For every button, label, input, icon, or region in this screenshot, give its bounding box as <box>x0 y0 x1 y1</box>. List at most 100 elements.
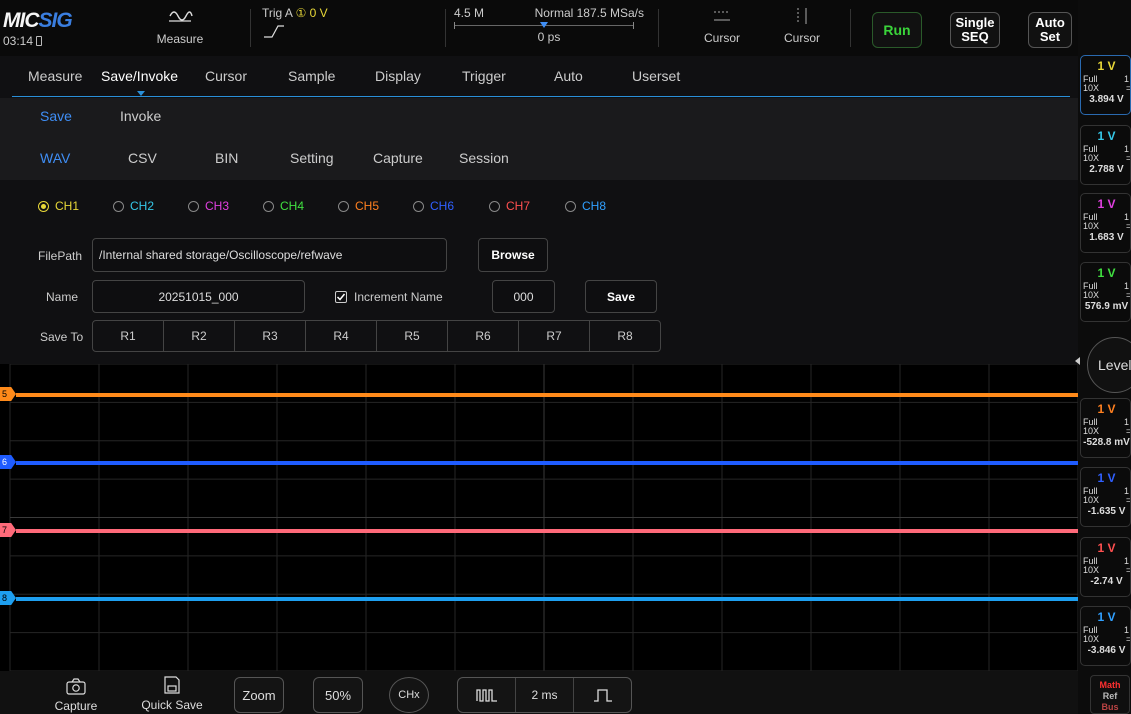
channel-radio-ch3[interactable]: CH3 <box>188 199 229 213</box>
tab-save[interactable]: Save <box>40 108 72 124</box>
format-session[interactable]: Session <box>459 150 509 166</box>
format-wav[interactable]: WAV <box>40 150 70 166</box>
chx-button[interactable]: CHx <box>389 677 429 713</box>
volts-per-div: 1 V <box>1097 129 1116 143</box>
rising-edge-icon <box>264 25 284 38</box>
quick-save-label: Quick Save <box>141 698 203 712</box>
logo-part-a: MIC <box>3 9 39 32</box>
timebase-control[interactable]: 2 ms <box>457 677 632 713</box>
browse-button[interactable]: Browse <box>478 238 548 272</box>
timebase-value: 2 ms <box>531 688 558 702</box>
channel-label: CH7 <box>506 199 531 213</box>
cursor-h-button[interactable]: Cursor <box>690 6 754 52</box>
menu-save-invoke[interactable]: Save/Invoke <box>101 68 178 84</box>
offset-value: -3.846 V <box>1087 645 1126 656</box>
ref-slot-r8[interactable]: R8 <box>589 320 661 352</box>
save-button[interactable]: Save <box>585 280 657 313</box>
ref-slot-r4[interactable]: R4 <box>305 320 377 352</box>
channel-4-settings-box[interactable]: 1 V Full 10X 1 = 576.9 mV <box>1080 262 1131 322</box>
menu-measure[interactable]: Measure <box>28 68 82 84</box>
ref-slot-r7[interactable]: R7 <box>518 320 590 352</box>
offset-value: 576.9 mV <box>1084 301 1129 312</box>
measure-button[interactable]: Measure <box>140 4 220 52</box>
menu-trigger[interactable]: Trigger <box>462 68 506 84</box>
tab-invoke[interactable]: Invoke <box>120 108 161 124</box>
channel-radio-ch8[interactable]: CH8 <box>565 199 606 213</box>
dc-coupling-icon: = <box>1126 290 1131 300</box>
channel-radio-ch4[interactable]: CH4 <box>263 199 304 213</box>
offset-value: -1.635 V <box>1087 506 1126 517</box>
measure-icon <box>169 11 193 22</box>
channel-5-settings-box[interactable]: 1 V Full 10X 1 = -528.8 mV <box>1080 398 1131 458</box>
single-seq-button[interactable]: Single SEQ <box>950 12 1000 48</box>
format-bin[interactable]: BIN <box>215 150 238 166</box>
offset-value: -2.74 V <box>1090 576 1123 587</box>
menu-display[interactable]: Display <box>375 68 421 84</box>
ref-slot-r6[interactable]: R6 <box>447 320 519 352</box>
increment-name-checkbox[interactable]: Increment Name <box>335 290 443 304</box>
ref-slot-r3[interactable]: R3 <box>234 320 306 352</box>
math-ref-bus-button[interactable]: Math Ref Bus <box>1090 675 1130 714</box>
ref-slot-r2[interactable]: R2 <box>163 320 235 352</box>
cursor-v-button[interactable]: Cursor <box>770 6 834 52</box>
format-setting[interactable]: Setting <box>290 150 334 166</box>
ref-slot-r1[interactable]: R1 <box>92 320 164 352</box>
save-to-label: Save To <box>40 330 84 344</box>
quick-save-button[interactable]: Quick Save <box>140 676 204 712</box>
channel-radio-ch6[interactable]: CH6 <box>413 199 454 213</box>
auto-set-button[interactable]: Auto Set <box>1028 12 1072 48</box>
auto-label: Auto <box>1035 15 1065 30</box>
channel-3-settings-box[interactable]: 1 V Full 10X 1 = 1.683 V <box>1080 193 1131 253</box>
ref-label: Ref <box>1102 691 1118 701</box>
channel-8-settings-box[interactable]: 1 V Full 10X 1 = -3.846 V <box>1080 606 1131 666</box>
channel-1-settings-box[interactable]: 1 V Full 10X 1 = 3.894 V <box>1080 55 1131 115</box>
channel-label: CH8 <box>582 199 607 213</box>
timebase-indicator[interactable]: 4.5 M Normal 187.5 MSa/s 0 ps <box>454 6 644 50</box>
channel-label: CH3 <box>205 199 230 213</box>
radio-selected <box>38 200 49 212</box>
volts-per-div: 1 V <box>1097 610 1116 624</box>
radio-unselected <box>565 200 576 212</box>
channel-6-settings-box[interactable]: 1 V Full 10X 1 = -1.635 V <box>1080 467 1131 527</box>
increment-value-input[interactable]: 000 <box>492 280 555 313</box>
trigger-level: ① 0 V <box>295 6 328 20</box>
channel-radio-ch2[interactable]: CH2 <box>113 199 154 213</box>
format-capture[interactable]: Capture <box>373 150 423 166</box>
channel-radio-ch5[interactable]: CH5 <box>338 199 379 213</box>
channel-radio-ch7[interactable]: CH7 <box>489 199 530 213</box>
name-input[interactable]: 20251015_000 <box>92 280 305 313</box>
checkbox-checked-icon <box>335 291 347 303</box>
offset-value: 2.788 V <box>1089 164 1124 175</box>
channel-label: CH1 <box>55 199 80 213</box>
zoom-button[interactable]: Zoom <box>234 677 284 713</box>
trigger-indicator[interactable]: Trig A ① 0 V <box>262 6 412 50</box>
probe-ratio: 10X <box>1083 153 1100 163</box>
volts-per-div: 1 V <box>1097 197 1116 211</box>
menu-cursor[interactable]: Cursor <box>205 68 247 84</box>
channel-7-settings-box[interactable]: 1 V Full 10X 1 = -2.74 V <box>1080 537 1131 597</box>
menu-auto[interactable]: Auto <box>554 68 583 84</box>
ref-slot-r5[interactable]: R5 <box>376 320 448 352</box>
waveform-ch8 <box>16 597 1078 601</box>
channel-2-settings-box[interactable]: 1 V Full 10X 1 = 2.788 V <box>1080 125 1131 185</box>
timebase-decrease-button[interactable] <box>458 678 516 712</box>
divider <box>850 9 851 47</box>
run-button[interactable]: Run <box>872 12 922 48</box>
capture-button[interactable]: Capture <box>50 678 102 713</box>
format-csv[interactable]: CSV <box>128 150 157 166</box>
volts-per-div: 1 V <box>1097 471 1116 485</box>
volts-per-div: 1 V <box>1097 541 1116 555</box>
menu-userset[interactable]: Userset <box>632 68 680 84</box>
waveform-display[interactable]: 5 6 7 8 <box>0 364 1078 671</box>
single-pulse-icon <box>593 689 612 702</box>
percent-button[interactable]: 50% <box>313 677 363 713</box>
menu-sample[interactable]: Sample <box>288 68 335 84</box>
increment-name-label: Increment Name <box>354 290 443 304</box>
channel-radio-ch1[interactable]: CH1 <box>38 199 79 213</box>
timebase-increase-button[interactable] <box>573 678 631 712</box>
acquisition-mode-rate: Normal 187.5 MSa/s <box>534 6 644 20</box>
filepath-input[interactable]: /Internal shared storage/Oscilloscope/re… <box>92 238 447 272</box>
level-arrow-icon <box>1075 357 1080 365</box>
dc-coupling-icon: = <box>1126 153 1131 163</box>
main-menu: Measure Save/Invoke Cursor Sample Displa… <box>12 57 1070 97</box>
